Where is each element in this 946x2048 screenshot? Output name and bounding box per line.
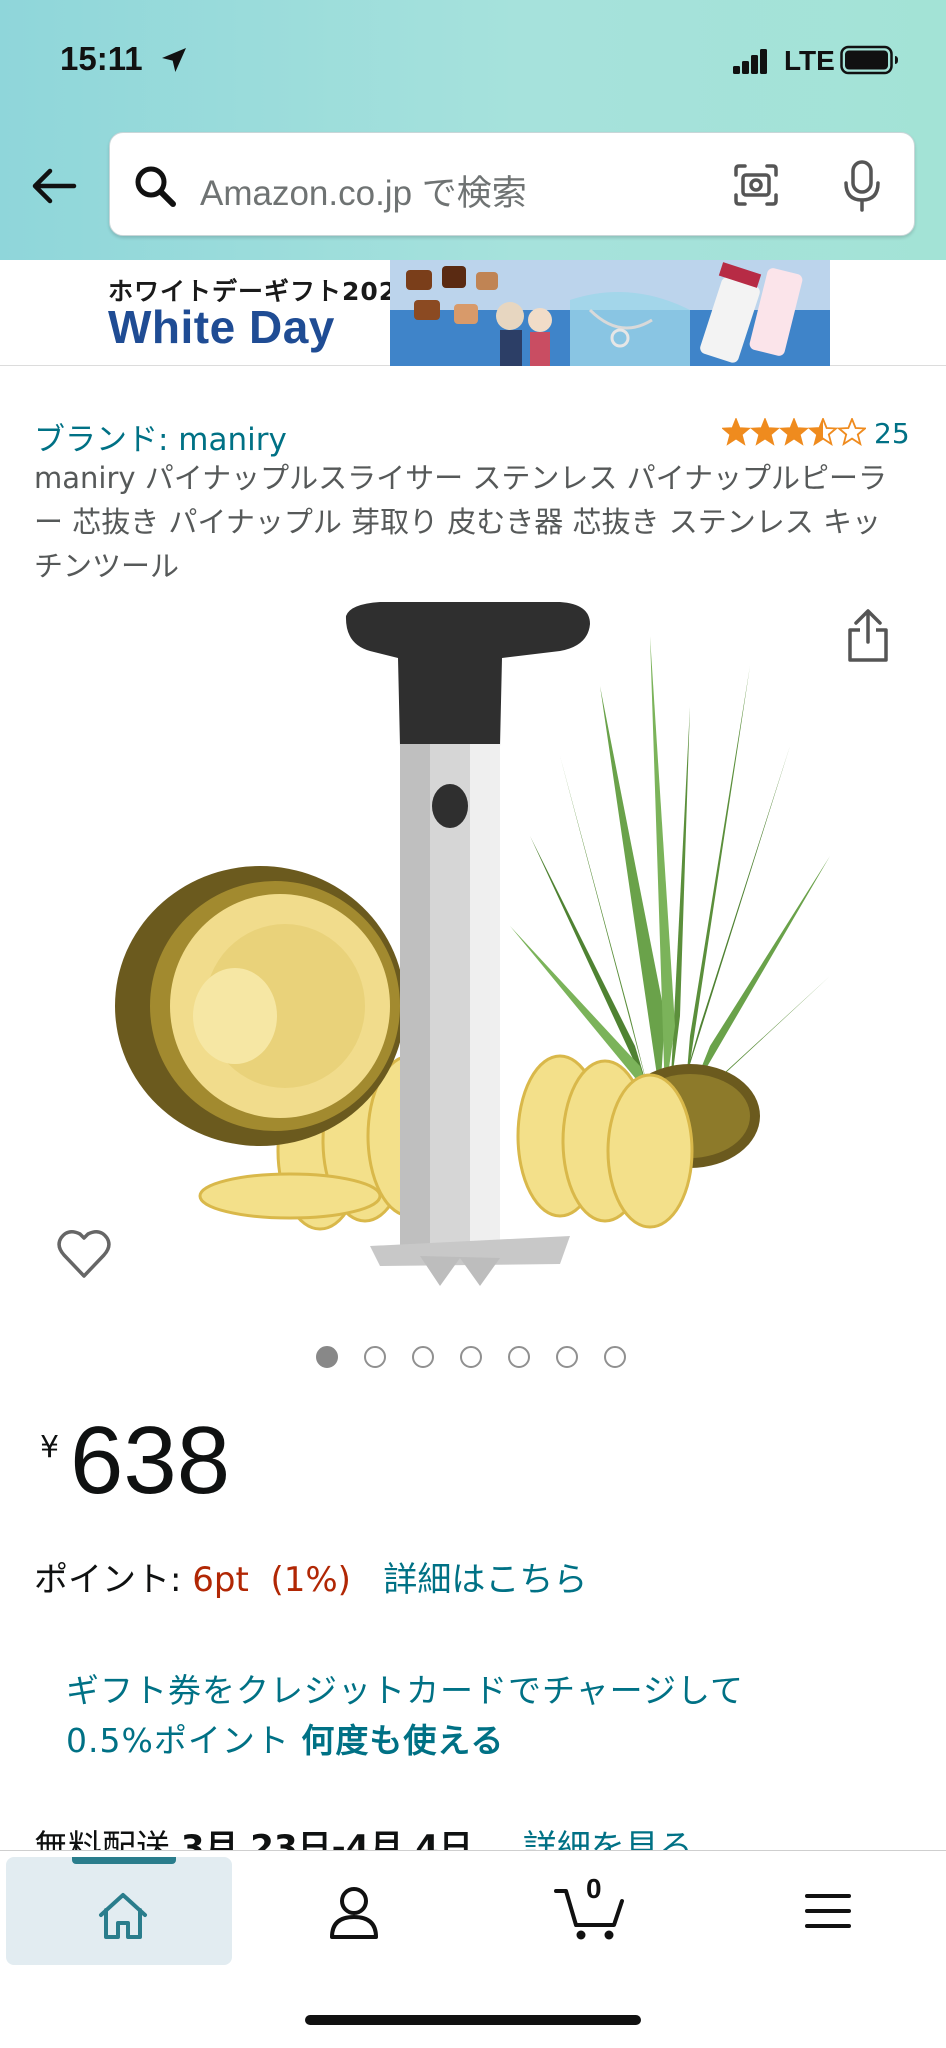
network-type: LTE [784, 45, 835, 76]
points-row: ポイント: 6pt (1%) 詳細はこちら [34, 1552, 587, 1601]
price-currency: ¥ [40, 1430, 60, 1465]
image-pagination[interactable] [316, 1346, 626, 1368]
home-indicator [305, 2015, 641, 2025]
cart-count: 0 [586, 1873, 602, 1904]
status-time: 15:11 [60, 40, 143, 77]
gift-promo-prefix: 0.5%ポイント [66, 1721, 302, 1760]
nav-home[interactable] [6, 1857, 232, 1965]
gift-promo-bold: 何度も使える [301, 1721, 505, 1760]
signal-icon [733, 49, 767, 74]
image-dot[interactable] [364, 1346, 386, 1368]
battery-icon [840, 45, 898, 75]
nav-active-indicator [72, 1857, 176, 1864]
search-input[interactable]: Amazon.co.jp で検索 [200, 165, 527, 216]
camera-search-icon[interactable] [732, 163, 780, 207]
product-image[interactable] [90, 596, 850, 1296]
image-dot[interactable] [316, 1346, 338, 1368]
rating-count[interactable]: 25 [874, 417, 910, 450]
account-icon[interactable] [328, 1885, 380, 1941]
points-detail-link[interactable]: 詳細はこちら [383, 1560, 587, 1600]
wishlist-heart-icon[interactable] [56, 1228, 112, 1280]
star-rating-icon [722, 418, 866, 445]
delivery-dates: 3月 23日-4月 4日 [180, 1828, 473, 1852]
share-icon[interactable] [844, 608, 892, 664]
microphone-icon[interactable] [842, 159, 882, 213]
image-dot[interactable] [412, 1346, 434, 1368]
price: 638 [70, 1407, 231, 1514]
back-arrow-icon[interactable] [28, 160, 80, 212]
points-value: 6pt [192, 1560, 249, 1600]
brand-link[interactable]: ブランド: maniry [34, 414, 287, 459]
gift-card-promo-line1[interactable]: ギフト券をクレジットカードでチャージして [66, 1664, 744, 1712]
image-dot[interactable] [556, 1346, 578, 1368]
product-title: maniry パイナップルスライサー ステンレス パイナップルピーラー 芯抜き … [34, 461, 888, 583]
points-label: ポイント: [34, 1560, 193, 1600]
search-bar[interactable]: Amazon.co.jp で検索 [109, 132, 915, 236]
points-percent: (1%) [270, 1560, 351, 1600]
image-dot[interactable] [604, 1346, 626, 1368]
gift-card-promo-line2[interactable]: 0.5%ポイント 何度も使える [66, 1714, 504, 1762]
promo-banner[interactable]: ホワイトデーギフト2022 White Day [0, 260, 946, 366]
home-icon [99, 1893, 147, 1939]
location-arrow-icon [162, 48, 186, 72]
banner-gift-image [390, 260, 830, 366]
app-header: 15:11 LTE Amazon.co.jp で検索 [0, 0, 946, 260]
search-icon [135, 166, 176, 207]
delivery-row: 無料配送 3月 23日-4月 4日 詳細を見る [34, 1820, 693, 1852]
product-rating[interactable]: 25 [722, 416, 910, 450]
banner-title: White Day [108, 301, 335, 353]
image-dot[interactable] [508, 1346, 530, 1368]
delivery-label: 無料配送 [34, 1828, 181, 1852]
menu-icon[interactable] [804, 1891, 852, 1931]
delivery-detail-link[interactable]: 詳細を見る [523, 1828, 693, 1852]
image-dot[interactable] [460, 1346, 482, 1368]
